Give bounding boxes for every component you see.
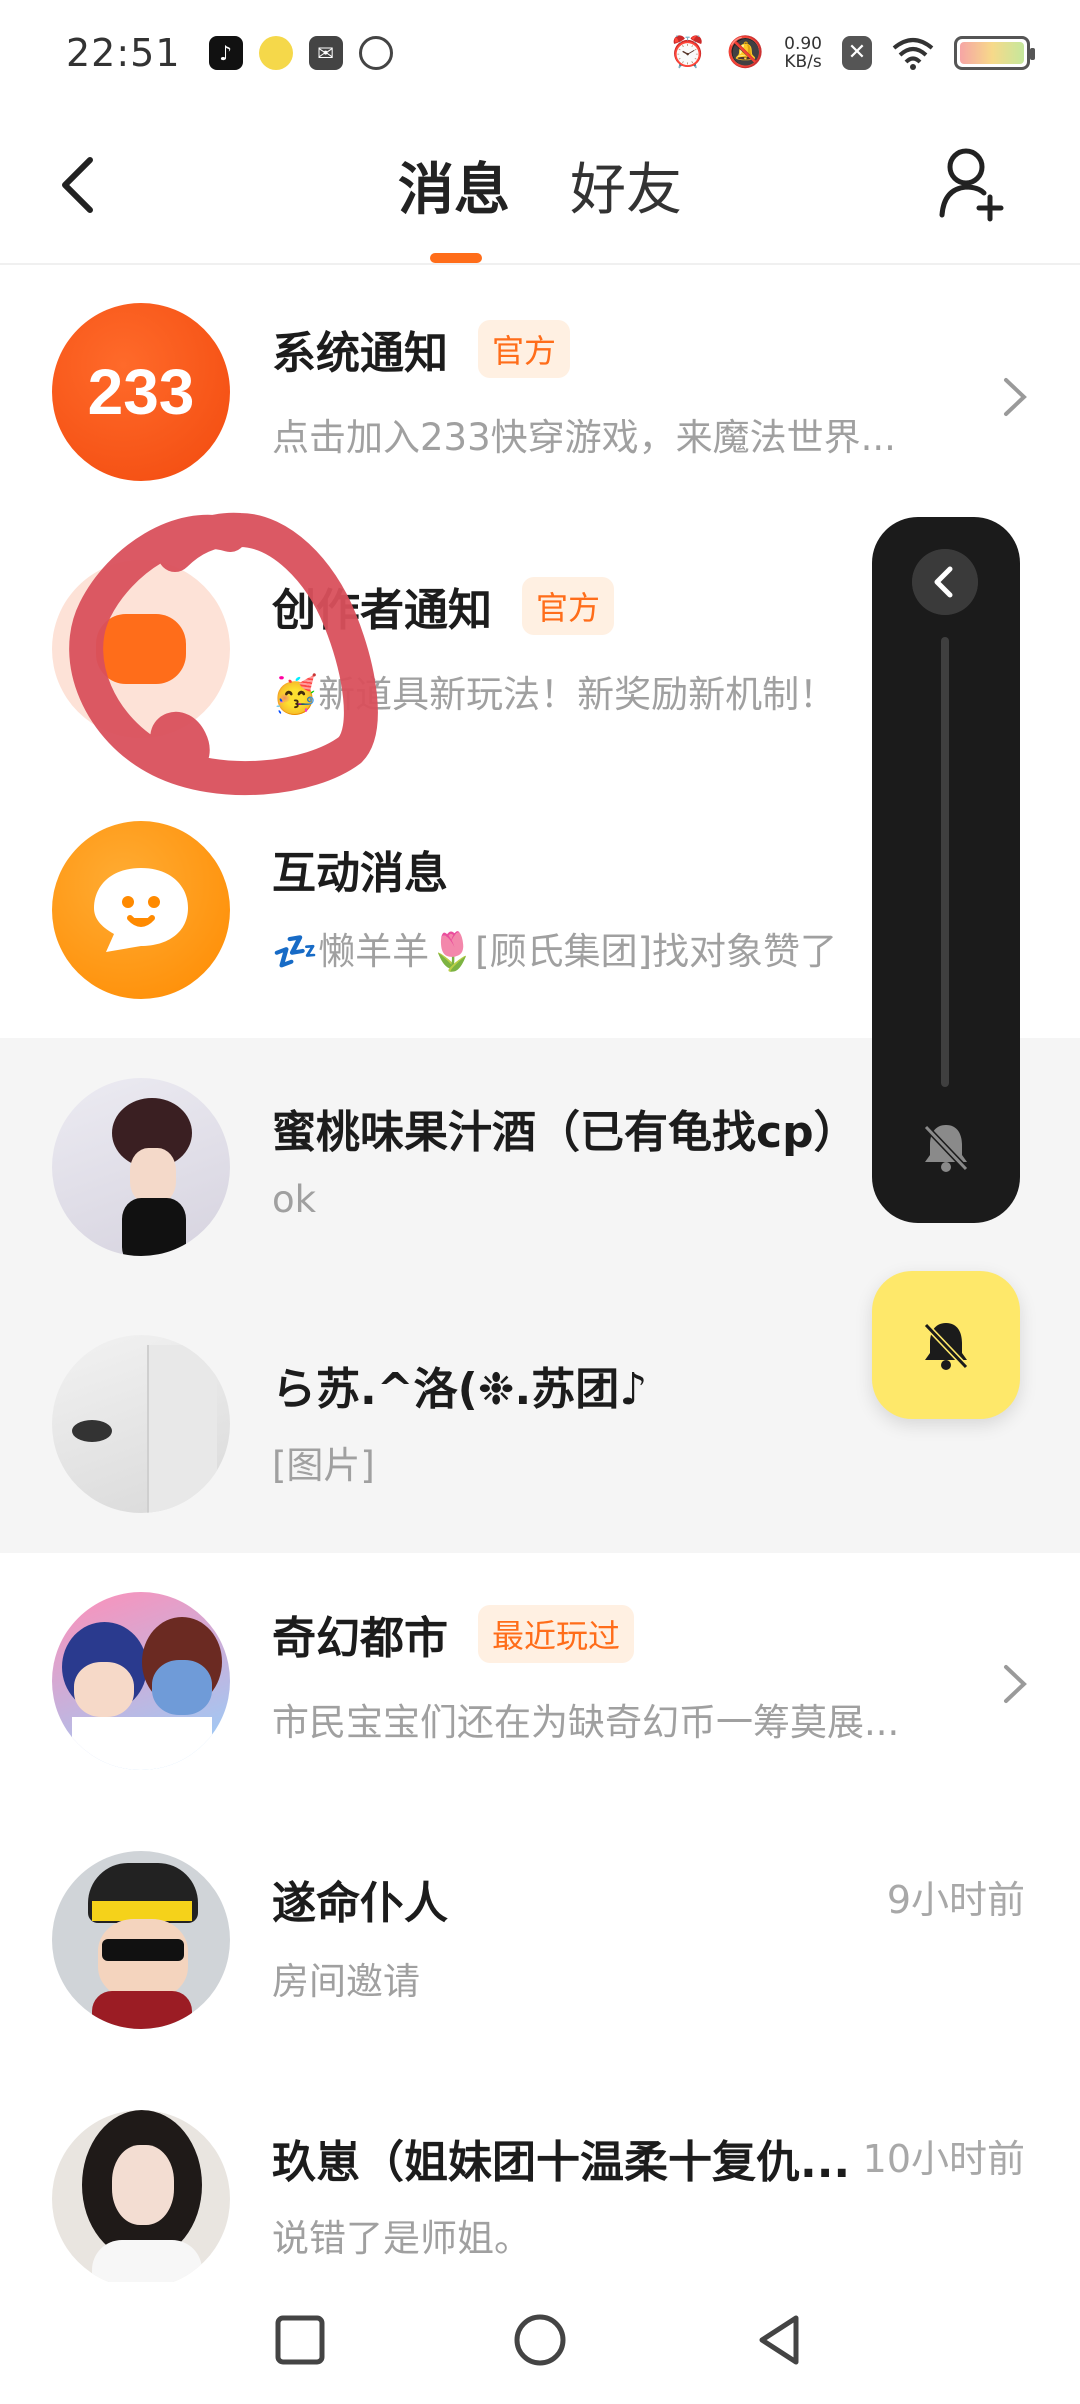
tiktok-icon: ♪ (208, 35, 243, 70)
bell-off-icon (923, 1322, 969, 1370)
app-icon (258, 35, 293, 70)
user-avatar (52, 1078, 230, 1256)
back-nav-icon[interactable] (740, 2300, 820, 2380)
title-line: 奇幻都市 最近玩过 (272, 1602, 635, 1666)
official-badge: 官方 (478, 320, 571, 378)
list-item[interactable]: 奇幻都市 最近玩过 市民宝宝们还在为缺奇幻币一筹莫展... (0, 1552, 1080, 1810)
alarm-icon: ⏰ (669, 35, 707, 70)
item-title: 奇幻都市 (272, 1613, 448, 1664)
home-icon[interactable] (500, 2300, 580, 2380)
item-title: 蜜桃味果汁酒（已有龟找cp） (272, 1107, 858, 1158)
user-avatar (52, 2110, 230, 2288)
mute-toggle-button[interactable] (872, 1271, 1020, 1419)
recents-icon[interactable] (260, 2300, 340, 2380)
tab-friends[interactable]: 好友 (570, 145, 682, 226)
volume-panel (872, 517, 1020, 1223)
net-speed: 0.90 KB/s (784, 35, 822, 71)
creator-notice-avatar (52, 560, 230, 738)
mail-icon: ✉ (308, 35, 343, 70)
recently-played-badge: 最近玩过 (478, 1605, 635, 1663)
item-subtitle: 🥳新道具新玩法！新奖励新机制！ (272, 673, 837, 716)
title-line: 玖崽（姐妹团十温柔十复仇... (272, 2126, 850, 2190)
status-time: 22:51 (66, 30, 181, 75)
list-item[interactable]: 遂命仆人 9小时前 房间邀请 (0, 1809, 1080, 2067)
item-subtitle: 点击加入233快穿游戏，来魔法世界... (272, 416, 896, 459)
title-line: 创作者通知 官方 (272, 574, 615, 638)
avatar-text: 233 (87, 356, 195, 428)
user-avatar (52, 1851, 230, 2029)
header: 消息 好友 (0, 105, 1080, 265)
status-app-icons: ♪ ✉ (208, 35, 393, 70)
title-line: ら苏.^洛(❉.苏团♪ (272, 1353, 647, 1417)
tab-messages[interactable]: 消息 (398, 145, 510, 226)
title-line: 互动消息 (272, 837, 448, 901)
interaction-avatar (52, 821, 230, 999)
item-title: 创作者通知 (272, 585, 492, 636)
item-subtitle: 市民宝宝们还在为缺奇幻币一筹莫展... (272, 1701, 900, 1744)
item-subtitle: 房间邀请 (272, 1960, 420, 2003)
item-title: 互动消息 (272, 848, 448, 899)
item-title: 遂命仆人 (272, 1878, 448, 1929)
bell-off-icon[interactable] (916, 1117, 976, 1177)
list-item[interactable]: 233 系统通知 官方 点击加入233快穿游戏，来魔法世界... (0, 267, 1080, 525)
item-title: ら苏.^洛(❉.苏团♪ (272, 1364, 648, 1415)
volume-slider[interactable] (941, 637, 949, 1087)
tab-indicator (430, 253, 482, 263)
chat-bubble-icon (94, 868, 188, 952)
add-friend-icon[interactable] (938, 145, 1008, 225)
net-speed-value: 0.90 (784, 33, 822, 54)
title-line: 遂命仆人 (272, 1867, 448, 1931)
item-time: 9小时前 (886, 1878, 1025, 1922)
net-speed-unit: KB/s (784, 51, 822, 72)
chevron-right-icon (1004, 1665, 1027, 1703)
item-subtitle: [图片] (272, 1444, 375, 1487)
game-avatar (52, 1592, 230, 1770)
system-notice-avatar: 233 (52, 303, 230, 481)
item-subtitle: 说错了是师姐。 (272, 2217, 531, 2260)
user-avatar (52, 1335, 230, 1513)
item-time: 10小时前 (862, 2137, 1025, 2181)
back-icon[interactable] (50, 150, 110, 220)
system-nav-bar (0, 2282, 1080, 2404)
item-title: 系统通知 (272, 328, 448, 379)
title-line: 系统通知 官方 (272, 317, 571, 381)
status-bar: 22:51 ♪ ✉ ⏰ 🔕 0.90 KB/s ✕ (0, 0, 1080, 105)
battery-icon (954, 35, 1035, 70)
wifi-icon (892, 37, 934, 70)
messages-screen: 22:51 ♪ ✉ ⏰ 🔕 0.90 KB/s ✕ 消息 好友 233 系统通知… (0, 0, 1080, 2404)
official-badge: 官方 (522, 577, 615, 635)
title-line: 蜜桃味果汁酒（已有龟找cp） (272, 1096, 858, 1160)
collapse-icon[interactable] (912, 549, 978, 615)
item-subtitle: 💤懒羊羊🌷[顾氏集团]找对象赞了 (272, 930, 838, 973)
status-right: ⏰ 🔕 0.90 KB/s ✕ (669, 35, 1035, 71)
item-subtitle: ok (272, 1178, 317, 1221)
item-title: 玖崽（姐妹团十温柔十复仇... (272, 2137, 851, 2188)
mute-icon: 🔕 (726, 35, 765, 70)
sim-off-icon: ✕ (842, 35, 872, 70)
link-icon (358, 35, 393, 70)
chevron-right-icon (1004, 378, 1027, 416)
gamepad-icon (96, 614, 186, 684)
